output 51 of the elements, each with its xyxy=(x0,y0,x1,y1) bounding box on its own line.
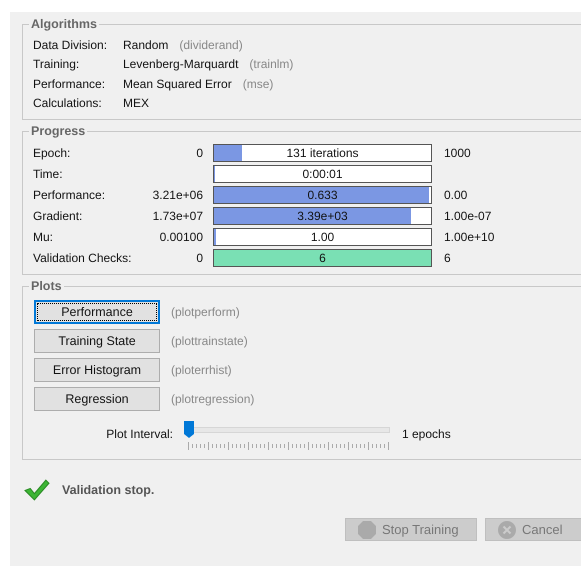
group-title: Progress xyxy=(30,124,86,138)
field-value: Levenberg-Marquardt xyxy=(123,57,238,72)
progress-reading: 131 iterations xyxy=(286,146,359,160)
progress-label: Mu: xyxy=(33,230,54,244)
end-value: 0.00 xyxy=(444,188,468,202)
interval-slider[interactable] xyxy=(184,421,390,451)
progress-label: Epoch: xyxy=(33,146,72,160)
progress-reading: 1.00 xyxy=(310,230,334,244)
function-name: (ploterrhist) xyxy=(171,362,232,376)
end-value: 1.00e+10 xyxy=(444,230,494,244)
field-label: Performance: xyxy=(33,76,106,91)
field-value: MEX xyxy=(123,96,150,110)
field-label: Training: xyxy=(33,57,80,72)
plot-button[interactable]: Performance xyxy=(34,300,160,324)
end-value: 1.00e-07 xyxy=(444,208,492,222)
slider-thumb[interactable] xyxy=(184,421,194,438)
function-name: (plotregression) xyxy=(171,392,254,406)
progress-reading: 6 xyxy=(319,250,326,264)
start-value: 1.73e+07 xyxy=(152,208,203,222)
progress-label: Time: xyxy=(33,166,64,180)
field-label: Calculations: xyxy=(33,96,103,110)
progress-reading: 0:00:01 xyxy=(302,166,343,180)
group-title: Plots xyxy=(30,279,63,293)
start-value: 3.21e+06 xyxy=(152,188,203,202)
function-name: (plottrainstate) xyxy=(171,334,248,348)
plot-button[interactable]: Regression xyxy=(34,386,160,410)
end-value: 6 xyxy=(444,250,451,264)
progress-label: Performance: xyxy=(33,188,106,202)
progress-label: Gradient: xyxy=(33,208,84,222)
progress-label: Validation Checks: xyxy=(33,250,132,264)
start-value: 0 xyxy=(195,250,203,264)
function-name: (plotperform) xyxy=(171,304,240,318)
function-name: (dividerand) xyxy=(179,38,243,52)
start-value: 0.00100 xyxy=(158,230,203,244)
cancel-icon xyxy=(498,520,516,538)
status-message: Validation stop. xyxy=(62,483,154,497)
function-name: (trainlm) xyxy=(249,57,294,72)
start-value: 0 xyxy=(195,146,203,160)
field-label: Data Division: xyxy=(33,38,108,52)
function-name: (mse) xyxy=(242,76,274,91)
field-value: Mean Squared Error xyxy=(123,76,232,91)
plot-button[interactable]: Error Histogram xyxy=(34,358,160,382)
progress-reading: 0.633 xyxy=(307,188,338,202)
field-value: Random xyxy=(123,38,168,52)
progress-reading: 3.39e+03 xyxy=(297,208,348,222)
plot-button[interactable]: Training State xyxy=(34,328,160,352)
stop-sign-icon xyxy=(358,520,376,538)
interval-reading: 1 epochs xyxy=(402,427,451,441)
end-value: 1000 xyxy=(444,146,471,160)
group-title: Algorithms xyxy=(30,17,98,31)
slider-label: Plot Interval: xyxy=(105,427,173,441)
